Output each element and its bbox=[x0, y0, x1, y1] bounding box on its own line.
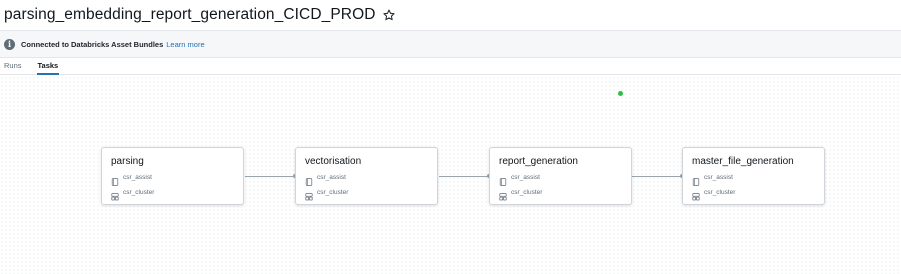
notebook-icon bbox=[692, 173, 700, 186]
info-icon: i bbox=[4, 38, 15, 50]
task-node-master-file-generation[interactable]: master_file_generation csr_assist csr_cl… bbox=[682, 147, 825, 205]
task-path: csr_assist bbox=[317, 173, 346, 181]
job-header: parsing_embedding_report_generation_CICD… bbox=[0, 0, 901, 30]
task-cluster: csr_cluster bbox=[123, 188, 155, 196]
task-name: parsing bbox=[111, 156, 144, 167]
star-icon[interactable] bbox=[382, 8, 396, 22]
task-node-vectorisation[interactable]: vectorisation csr_assist csr_cluster bbox=[295, 147, 438, 205]
info-banner: i Connected to Databricks Asset Bundles … bbox=[0, 30, 901, 58]
job-tabs: Runs Tasks bbox=[0, 58, 901, 75]
task-name: master_file_generation bbox=[692, 156, 794, 167]
task-path: csr_assist bbox=[704, 173, 733, 181]
banner-text: Connected to Databricks Asset Bundles bbox=[21, 39, 164, 49]
cluster-icon bbox=[111, 188, 119, 201]
task-cluster: csr_cluster bbox=[704, 188, 736, 196]
tab-runs[interactable]: Runs bbox=[4, 61, 22, 74]
status-indicator bbox=[618, 91, 623, 96]
cluster-icon bbox=[305, 188, 313, 201]
cluster-icon bbox=[499, 188, 507, 201]
task-cluster: csr_cluster bbox=[511, 188, 543, 196]
dependency-edge bbox=[632, 176, 682, 177]
task-name: report_generation bbox=[499, 156, 578, 167]
learn-more-link[interactable]: Learn more bbox=[166, 40, 204, 49]
task-node-parsing[interactable]: parsing csr_assist csr_cluster bbox=[101, 147, 244, 205]
task-path: csr_assist bbox=[511, 173, 540, 181]
tab-tasks[interactable]: Tasks bbox=[36, 61, 59, 75]
notebook-icon bbox=[111, 173, 119, 186]
task-node-report-generation[interactable]: report_generation csr_assist csr_cluster bbox=[489, 147, 632, 205]
task-name: vectorisation bbox=[305, 156, 362, 167]
dependency-edge bbox=[439, 176, 489, 177]
job-title[interactable]: parsing_embedding_report_generation_CICD… bbox=[4, 6, 376, 24]
dependency-edge bbox=[245, 176, 295, 177]
task-path: csr_assist bbox=[123, 173, 152, 181]
cluster-icon bbox=[692, 188, 700, 201]
notebook-icon bbox=[305, 173, 313, 186]
task-cluster: csr_cluster bbox=[317, 188, 349, 196]
notebook-icon bbox=[499, 173, 507, 186]
